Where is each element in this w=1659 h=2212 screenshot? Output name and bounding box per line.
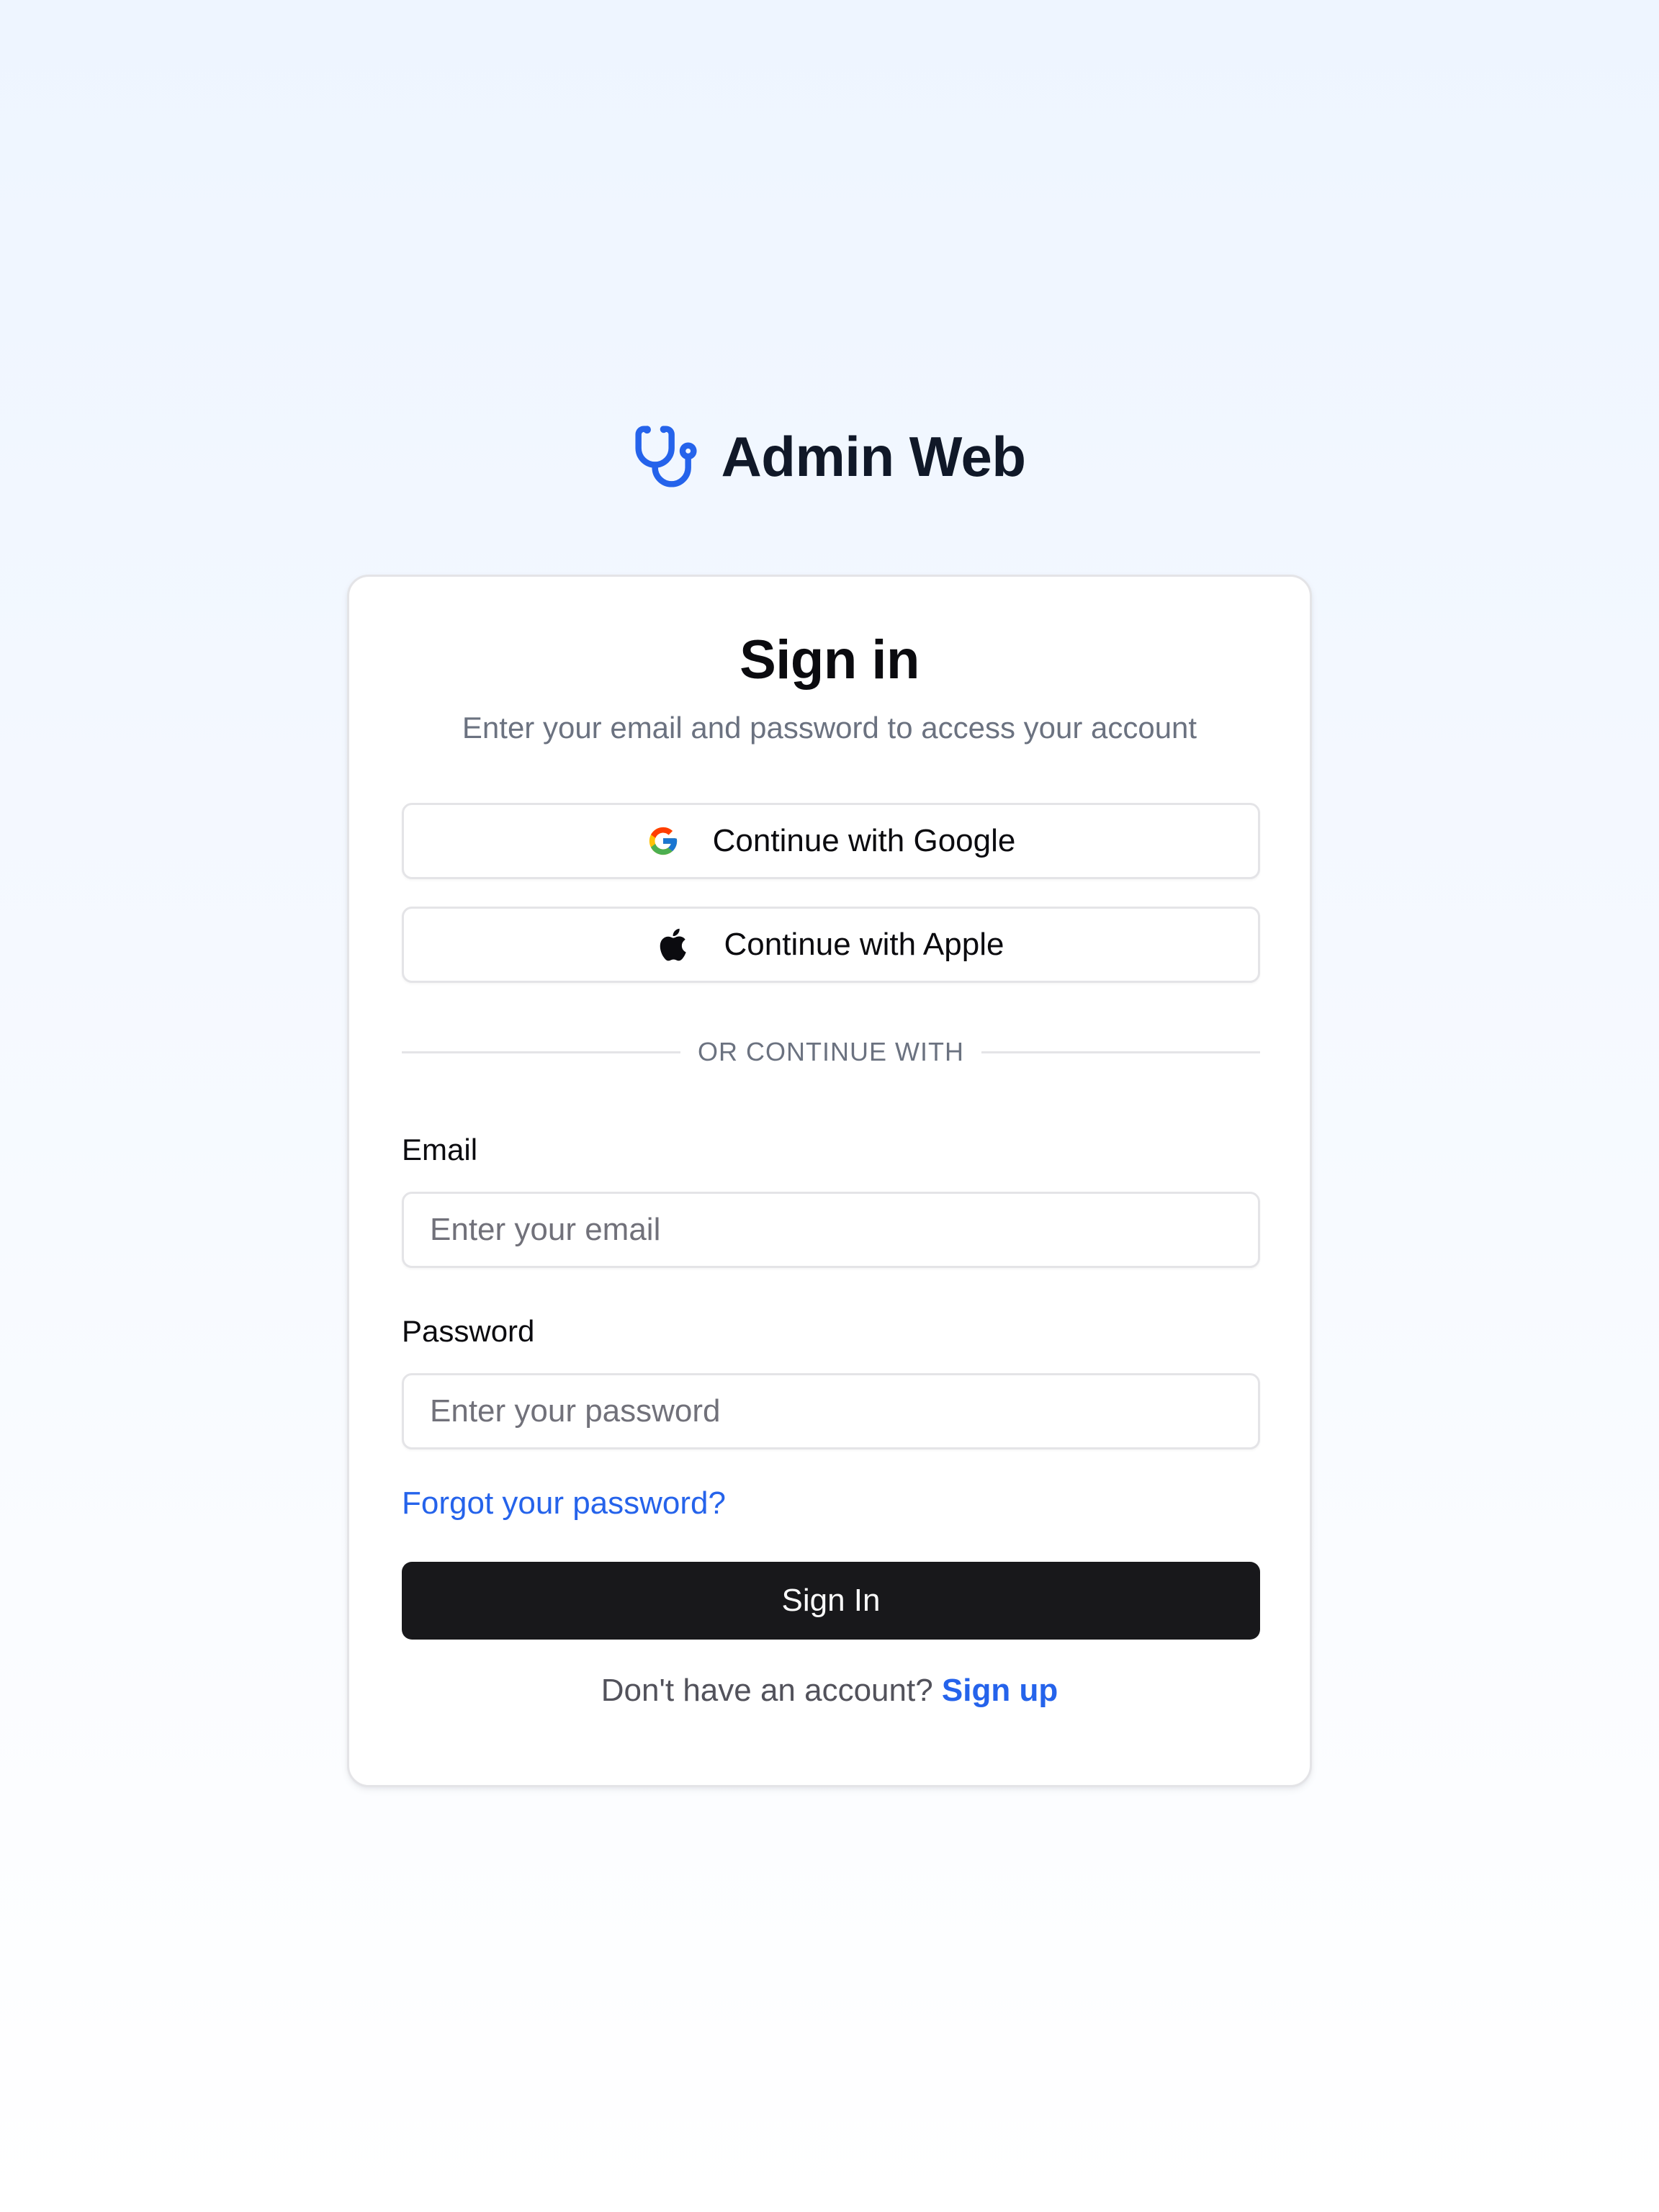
signup-prompt: Don't have an account? Sign up bbox=[349, 1673, 1310, 1709]
divider-text: OR CONTINUE WITH bbox=[698, 1037, 964, 1066]
sign-in-button[interactable]: Sign In bbox=[402, 1562, 1260, 1640]
google-button-label: Continue with Google bbox=[712, 823, 1016, 858]
continue-with-google-button[interactable]: Continue with Google bbox=[402, 803, 1260, 879]
page-subtitle: Enter your email and password to access … bbox=[462, 711, 1197, 745]
divider-line-left bbox=[402, 1051, 681, 1053]
apple-icon bbox=[660, 928, 686, 961]
divider-line-right bbox=[981, 1051, 1261, 1053]
stethoscope-icon bbox=[635, 426, 698, 487]
signup-link[interactable]: Sign up bbox=[942, 1673, 1058, 1708]
forgot-password-link[interactable]: Forgot your password? bbox=[402, 1485, 726, 1521]
google-icon bbox=[649, 827, 677, 855]
page-title: Sign in bbox=[739, 629, 920, 691]
apple-button-label: Continue with Apple bbox=[724, 927, 1004, 962]
sign-in-card: Sign in Enter your email and password to… bbox=[347, 575, 1312, 1787]
divider: OR CONTINUE WITH bbox=[402, 1035, 1261, 1069]
password-field[interactable] bbox=[402, 1373, 1260, 1449]
app-title: Admin Web bbox=[721, 424, 1026, 488]
email-label: Email bbox=[402, 1133, 478, 1166]
continue-with-apple-button[interactable]: Continue with Apple bbox=[402, 907, 1260, 983]
signup-prompt-text: Don't have an account? bbox=[601, 1673, 942, 1708]
email-field[interactable] bbox=[402, 1192, 1260, 1268]
brand-header: Admin Web bbox=[0, 416, 1659, 497]
password-label: Password bbox=[402, 1314, 535, 1348]
